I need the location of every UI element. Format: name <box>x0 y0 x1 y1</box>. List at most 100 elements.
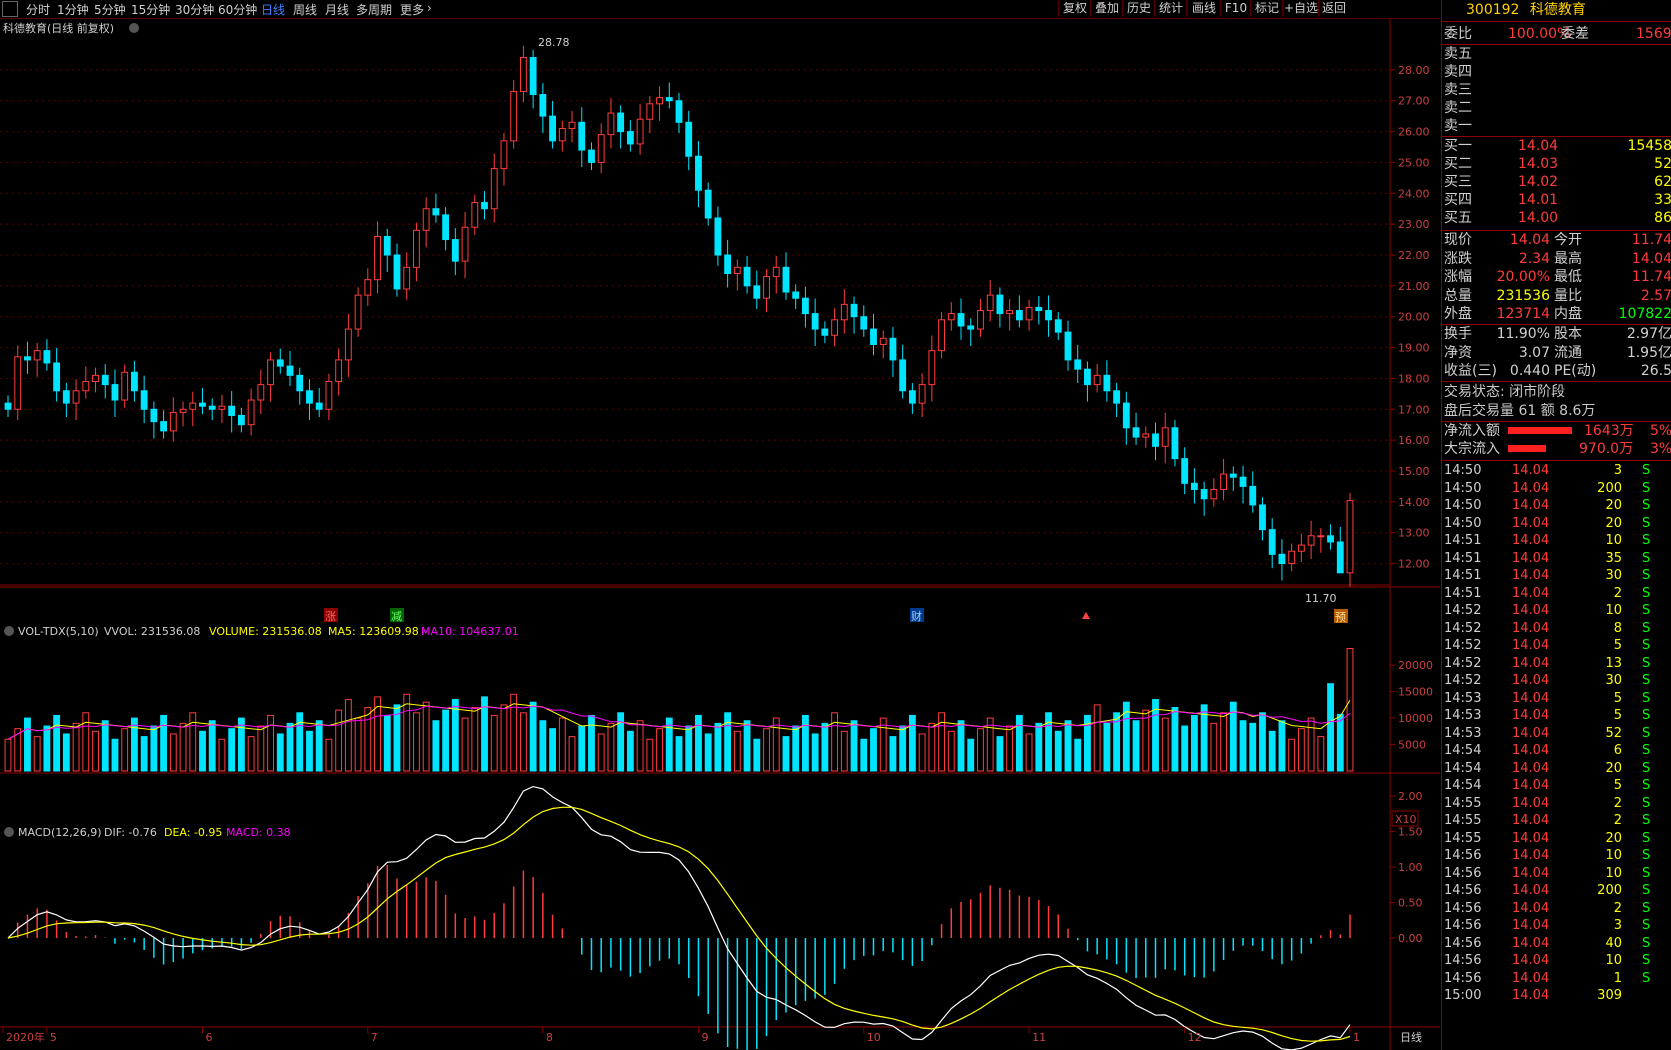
menu-icon[interactable] <box>2 1 18 17</box>
history-button[interactable]: 历史 <box>1122 0 1155 17</box>
stat-label: 内盘 <box>1554 306 1582 322</box>
tick-row: 14:52 14.04 13 S <box>1442 655 1671 673</box>
candle-body <box>4 402 12 410</box>
volume-bar <box>695 714 702 772</box>
ask-row[interactable]: 卖五 <box>1444 45 1671 63</box>
date-tick-label: 11 <box>1032 1031 1046 1044</box>
tf-1min[interactable]: 1分钟 <box>57 1 89 18</box>
candle-body <box>1210 489 1218 500</box>
tick-volume: 10 <box>1605 603 1622 618</box>
tick-price: 14.04 <box>1512 760 1550 776</box>
macd-tick-label: 1.00 <box>1398 861 1423 874</box>
vol-dropdown-icon[interactable] <box>4 626 14 636</box>
candle-body <box>695 155 702 191</box>
candle-body <box>1122 402 1130 429</box>
volume-bar <box>101 720 109 772</box>
volume-bar <box>1074 738 1082 772</box>
candle-body <box>218 405 226 410</box>
tick-volume: 5 <box>1613 690 1622 706</box>
tf-15min[interactable]: 15分钟 <box>131 1 170 18</box>
title-dropdown-icon[interactable] <box>129 23 139 33</box>
volume-bar <box>1161 717 1169 772</box>
stock-chart[interactable]: 科德教育(日线 前复权) 28.78 11.70 28.00 27.00 26.00… <box>0 19 1440 1050</box>
date-tick-label: 5 <box>50 1031 57 1044</box>
ask-row[interactable]: 卖一 <box>1444 117 1671 135</box>
marker-yu[interactable]: 预 <box>1335 611 1346 624</box>
tick-row: 14:51 14.04 10 S <box>1442 532 1671 550</box>
stats-button[interactable]: 统计 <box>1154 0 1187 17</box>
tf-60min[interactable]: 60分钟 <box>218 1 257 18</box>
tf-daily[interactable]: 日线 <box>261 1 285 18</box>
volume-bar <box>276 733 284 772</box>
tf-30min[interactable]: 30分钟 <box>175 1 214 18</box>
tick-price: 14.04 <box>1512 778 1550 793</box>
overlay-button[interactable]: 叠加 <box>1090 0 1123 17</box>
macd-dropdown-icon[interactable] <box>4 827 14 837</box>
marker-zhang[interactable]: 涨 <box>325 610 336 623</box>
volume-bar <box>53 714 61 772</box>
volume-bar <box>519 712 527 772</box>
tf-5min[interactable]: 5分钟 <box>94 1 126 18</box>
tick-time: 14:56 <box>1444 883 1482 898</box>
period-label[interactable]: 日线 <box>1400 1030 1422 1044</box>
tick-time: 14:56 <box>1444 865 1482 881</box>
tick-price: 14.04 <box>1512 848 1550 863</box>
marker-cai[interactable]: 财 <box>911 609 922 623</box>
volume-bar <box>918 733 926 772</box>
stat-row: 涨幅 20.00% 最低 11.74 <box>1444 268 1671 286</box>
tf-more[interactable]: 更多 <box>400 1 424 18</box>
bid-row[interactable]: 买二 14.03 52 <box>1444 155 1671 173</box>
date-tick-label: 10 <box>867 1031 881 1044</box>
bid-row[interactable]: 买四 14.01 33 <box>1444 191 1671 209</box>
tick-time: 14:56 <box>1444 970 1482 986</box>
candle-body <box>1220 473 1227 491</box>
price-tick-label: 18.00 <box>1398 372 1430 385</box>
candle-body <box>189 402 197 410</box>
volume-bar <box>1249 722 1257 772</box>
candle-body <box>286 365 294 376</box>
marker-arrow-icon[interactable] <box>1082 612 1090 619</box>
add-watchlist-button[interactable]: +自选 <box>1282 0 1319 17</box>
tick-price: 14.04 <box>1512 480 1550 496</box>
tick-volume: 2 <box>1613 795 1622 811</box>
tf-monthly[interactable]: 月线 <box>325 1 349 18</box>
tick-row: 14:56 14.04 200 S <box>1442 882 1671 900</box>
mark-button[interactable]: 标记 <box>1250 0 1283 17</box>
bid-row[interactable]: 买三 14.02 62 <box>1444 173 1671 191</box>
tick-side: S <box>1642 918 1651 933</box>
volume-bar <box>150 725 158 772</box>
candle-body <box>675 100 683 123</box>
candle-body <box>1336 541 1344 574</box>
volume-bar <box>1190 714 1198 772</box>
tick-side: S <box>1642 690 1651 706</box>
marker-jian[interactable]: 减 <box>391 610 402 623</box>
tick-volume: 20 <box>1605 760 1622 776</box>
volume-bar <box>889 736 897 772</box>
candle-body <box>140 390 148 410</box>
candle-body <box>257 384 265 401</box>
bid-row[interactable]: 买五 14.00 86 <box>1444 209 1671 227</box>
ask-row[interactable]: 卖二 <box>1444 99 1671 117</box>
ask-row[interactable]: 卖四 <box>1444 63 1671 81</box>
stat-value: 14.04 <box>1631 250 1671 267</box>
volume-bar <box>1103 722 1111 772</box>
tf-fenshi[interactable]: 分时 <box>26 1 50 18</box>
draw-button[interactable]: 画线 <box>1186 0 1221 17</box>
macd-dea-line <box>7 806 1351 1042</box>
fuquan-button[interactable]: 复权 <box>1058 0 1091 17</box>
volume-bar <box>1268 730 1276 772</box>
date-tick-label: 12 <box>1188 1031 1202 1044</box>
stat-row: 涨跌 2.34 最高 14.04 <box>1444 250 1671 268</box>
price-tick-label: 28.00 <box>1398 64 1430 77</box>
vol-legend-ma5: MA5: 123609.98 <box>328 625 419 638</box>
tick-price: 14.04 <box>1512 725 1550 741</box>
f10-button[interactable]: F10 <box>1220 0 1251 17</box>
back-button[interactable]: 返回 <box>1318 0 1349 17</box>
tf-weekly[interactable]: 周线 <box>293 1 317 18</box>
bid-row[interactable]: 买一 14.04 15458 <box>1444 137 1671 155</box>
tf-multi[interactable]: 多周期 <box>356 1 392 18</box>
tick-row: 14:53 14.04 52 S <box>1442 725 1671 743</box>
vol-unit: X10 <box>1395 813 1417 826</box>
ask-row[interactable]: 卖三 <box>1444 81 1671 99</box>
candle-body <box>237 414 245 426</box>
